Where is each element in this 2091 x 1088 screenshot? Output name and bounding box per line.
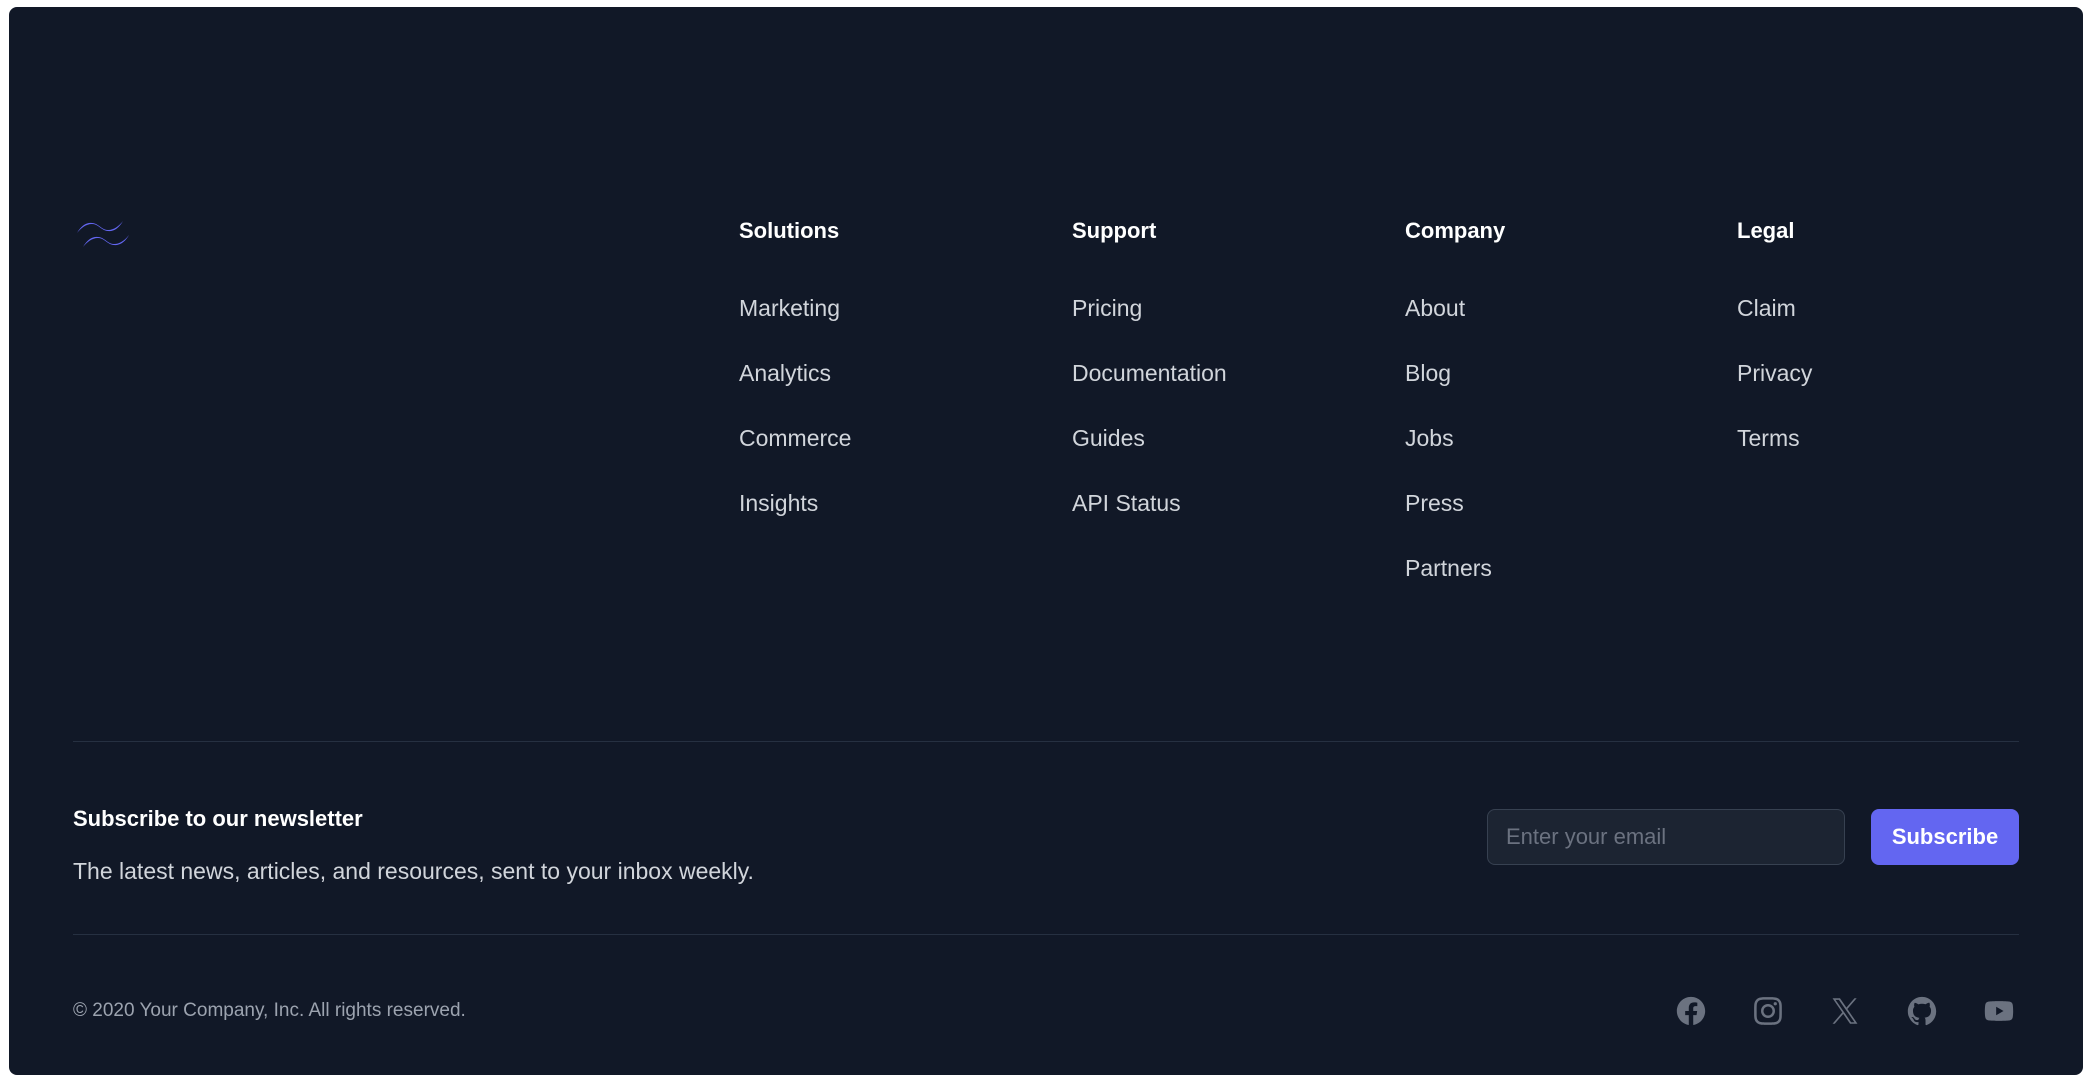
- newsletter-description: The latest news, articles, and resources…: [73, 858, 754, 884]
- footer-link-documentation[interactable]: Documentation: [1072, 357, 1227, 389]
- github-icon[interactable]: [1904, 993, 1940, 1029]
- footer-link-partners[interactable]: Partners: [1405, 552, 1492, 584]
- footer-link-analytics[interactable]: Analytics: [739, 357, 831, 389]
- footer-link-blog[interactable]: Blog: [1405, 357, 1451, 389]
- facebook-icon[interactable]: [1673, 993, 1709, 1029]
- newsletter-title: Subscribe to our newsletter: [73, 806, 363, 831]
- footer-link-terms[interactable]: Terms: [1737, 422, 1800, 454]
- footer-link-insights[interactable]: Insights: [739, 487, 818, 519]
- site-footer: Solutions Marketing Analytics Commerce I…: [9, 7, 2083, 1075]
- footer-column-solutions: Solutions Marketing Analytics Commerce I…: [739, 215, 851, 552]
- copyright-text: © 2020 Your Company, Inc. All rights res…: [73, 1000, 466, 1021]
- footer-link-jobs[interactable]: Jobs: [1405, 422, 1454, 454]
- footer-column-company: Company About Blog Jobs Press Partners: [1405, 215, 1505, 617]
- footer-link-api-status[interactable]: API Status: [1072, 487, 1181, 519]
- email-input[interactable]: [1487, 809, 1845, 865]
- divider: [73, 741, 2019, 742]
- footer-link-claim[interactable]: Claim: [1737, 292, 1796, 324]
- footer-link-pricing[interactable]: Pricing: [1072, 292, 1142, 324]
- divider: [73, 934, 2019, 935]
- instagram-icon[interactable]: [1750, 993, 1786, 1029]
- column-heading: Legal: [1737, 218, 1795, 243]
- footer-link-press[interactable]: Press: [1405, 487, 1464, 519]
- subscribe-button[interactable]: Subscribe: [1871, 809, 2019, 865]
- footer-link-commerce[interactable]: Commerce: [739, 422, 851, 454]
- footer-link-privacy[interactable]: Privacy: [1737, 357, 1812, 389]
- column-heading: Company: [1405, 218, 1506, 243]
- column-heading: Solutions: [739, 218, 840, 243]
- footer-column-legal: Legal Claim Privacy Terms: [1737, 215, 1812, 487]
- footer-link-marketing[interactable]: Marketing: [739, 292, 840, 324]
- logo-icon[interactable]: [73, 215, 133, 259]
- column-heading: Support: [1072, 218, 1157, 243]
- footer-link-guides[interactable]: Guides: [1072, 422, 1145, 454]
- youtube-icon[interactable]: [1981, 993, 2017, 1029]
- x-icon[interactable]: [1827, 993, 1863, 1029]
- footer-column-support: Support Pricing Documentation Guides API…: [1072, 215, 1227, 552]
- footer-link-about[interactable]: About: [1405, 292, 1465, 324]
